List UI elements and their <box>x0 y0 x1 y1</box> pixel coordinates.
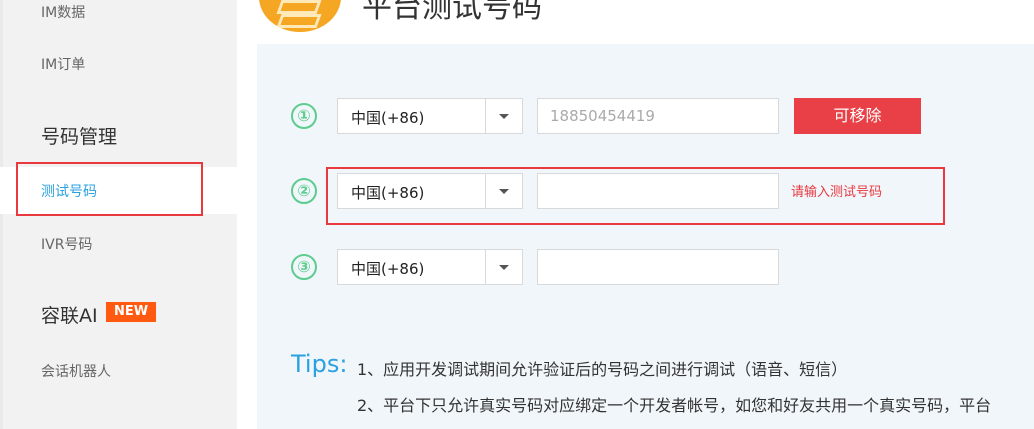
country-select-value: 中国(+86) <box>351 109 425 127</box>
new-badge: NEW <box>106 302 156 322</box>
row-highlight-box <box>326 167 945 225</box>
sidebar-item-ivr-number[interactable]: IVR号码 <box>41 234 92 254</box>
sidebar-item-chatbot[interactable]: 会话机器人 <box>41 361 111 381</box>
sidebar-item-im-data[interactable]: IM数据 <box>41 2 85 22</box>
step-3-icon: ③ <box>291 254 317 280</box>
country-select-value: 中国(+86) <box>351 260 425 278</box>
step-1-icon: ① <box>291 103 317 129</box>
country-select-1[interactable]: 中国(+86) <box>337 98 523 134</box>
chevron-down-icon[interactable] <box>499 265 509 270</box>
tip-line-1: 1、应用开发调试期间允许验证后的号码之间进行调试（语音、短信） <box>357 360 848 379</box>
phone-input-1[interactable]: 18850454419 <box>537 98 779 134</box>
tips-label: Tips: <box>291 350 348 378</box>
tip-line-2: 2、平台下只允许真实号码对应绑定一个开发者帐号，如您和好友共用一个真实号码，平台 <box>357 396 992 415</box>
sidebar-group-number-management[interactable]: 号码管理 <box>41 122 117 149</box>
sidebar-group-ronglian-ai[interactable]: 容联AI <box>41 301 98 328</box>
sidebar-edge <box>0 0 3 429</box>
page-title: 平台测试号码 <box>362 0 542 25</box>
phone-input-3[interactable] <box>537 249 779 285</box>
stack-logo-icon <box>259 0 341 32</box>
sidebar-highlight-box <box>16 162 203 216</box>
select-divider <box>485 99 486 133</box>
select-divider <box>485 250 486 284</box>
step-2-icon: ② <box>291 178 317 204</box>
country-select-3[interactable]: 中国(+86) <box>337 249 523 285</box>
chevron-down-icon[interactable] <box>499 114 509 119</box>
sidebar-item-im-order[interactable]: IM订单 <box>41 54 85 74</box>
remove-button[interactable]: 可移除 <box>794 98 921 134</box>
